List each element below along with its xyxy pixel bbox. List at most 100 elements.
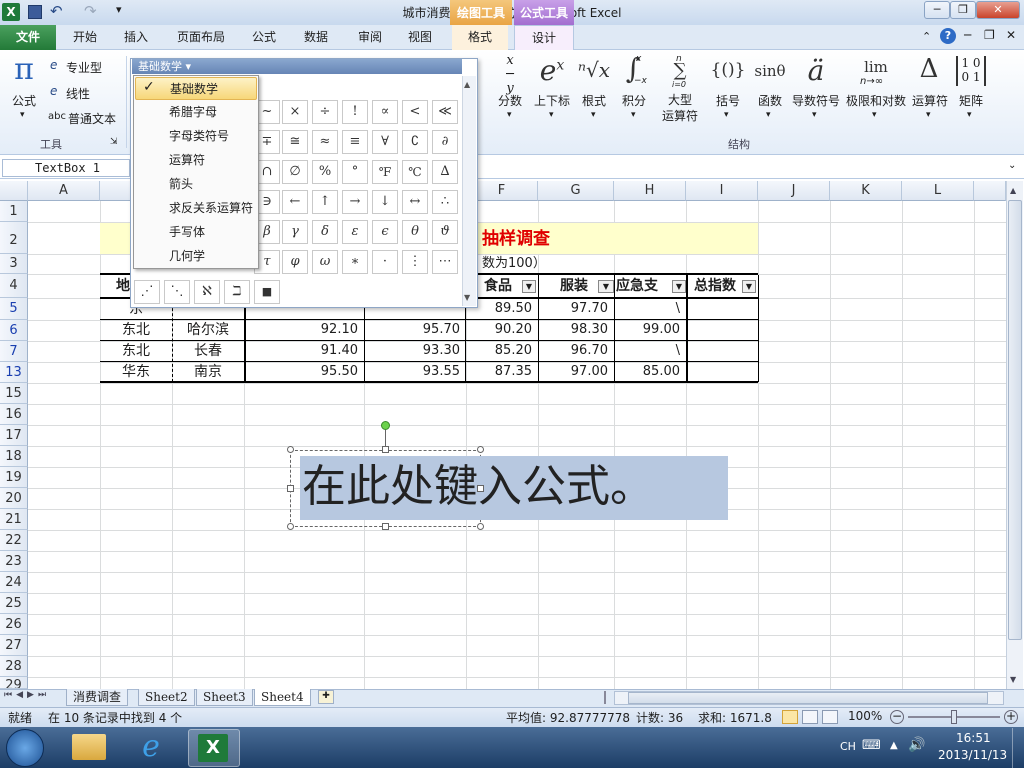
column-header[interactable]: I [686, 181, 758, 201]
symbol-button[interactable]: × [282, 100, 308, 124]
row-header[interactable]: 24 [0, 572, 28, 593]
symbol-button[interactable]: ⋰ [134, 280, 160, 304]
cell-food[interactable]: 90.20 [466, 320, 538, 340]
symbol-button[interactable]: ℃ [402, 160, 428, 184]
limit-log-button[interactable]: 极限和对数 [844, 92, 908, 109]
large-operator-button[interactable]: 大型 运算符 [656, 92, 704, 124]
rotation-handle[interactable] [381, 421, 390, 430]
row-header[interactable]: 16 [0, 404, 28, 425]
column-header[interactable]: K [830, 181, 902, 201]
operator-icon[interactable]: Δ [912, 54, 946, 84]
symbol-button[interactable]: ↓ [372, 190, 398, 214]
cell-clothing[interactable]: 97.70 [538, 299, 614, 319]
fraction-dropdown-icon[interactable]: ▾ [507, 110, 512, 120]
tab-file[interactable]: 文件 [0, 25, 56, 50]
normal-view-icon[interactable] [782, 710, 798, 724]
tab-design[interactable]: 设计 [514, 25, 574, 51]
resize-handle[interactable] [287, 523, 294, 530]
filter-active-clothing[interactable]: ▼ [598, 280, 614, 293]
formula-bar-expand-icon[interactable]: ⌄ [1008, 160, 1016, 171]
limit-dropdown-icon[interactable]: ▾ [872, 110, 877, 120]
menu-item-geometry[interactable]: 几何学 [135, 245, 257, 268]
symbol-button[interactable]: ⋱ [164, 280, 190, 304]
cell-clothing[interactable]: 97.00 [538, 362, 614, 382]
cell-city[interactable]: 长春 [172, 341, 244, 361]
limit-icon[interactable]: lim [856, 58, 896, 76]
script-icon[interactable]: ex [532, 54, 572, 87]
symbol-button[interactable]: ∗ [342, 250, 368, 274]
scroll-thumb[interactable] [1008, 200, 1022, 640]
row-header[interactable]: 29 [0, 677, 28, 689]
cell-value[interactable]: 95.70 [364, 320, 466, 340]
excel-taskbar-icon[interactable]: X [198, 734, 228, 762]
menu-item-letterlike[interactable]: 字母类符号 [135, 125, 257, 148]
row-header[interactable]: 28 [0, 656, 28, 677]
tab-split-handle[interactable] [604, 691, 612, 704]
input-language[interactable]: CH [840, 740, 856, 753]
symbol-button[interactable]: ← [282, 190, 308, 214]
linear-button[interactable]: 线性 [66, 85, 90, 102]
tab-view[interactable]: 视图 [398, 25, 442, 50]
cell-region[interactable]: 东北 [100, 320, 172, 340]
symbol-button[interactable]: < [402, 100, 428, 124]
fraction-button[interactable]: 分数 [494, 92, 526, 109]
restore-button[interactable]: ❐ [950, 1, 976, 19]
symbol-button[interactable]: ∅ [282, 160, 308, 184]
resize-handle[interactable] [382, 446, 389, 453]
cell-clothing[interactable]: 98.30 [538, 320, 614, 340]
row-header[interactable]: 25 [0, 593, 28, 614]
minimize-button[interactable]: ─ [924, 1, 950, 19]
menu-item-negated-relations[interactable]: 求反关系运算符 [135, 197, 257, 220]
menu-item-greek[interactable]: 希腊字母 [135, 101, 257, 124]
menu-item-operators[interactable]: 运算符 [135, 149, 257, 172]
function-icon[interactable]: sinθ [750, 62, 790, 80]
sheet-tab-sheet3[interactable]: Sheet3 [196, 689, 253, 706]
row-header[interactable]: 18 [0, 446, 28, 467]
row-header[interactable]: 4 [0, 274, 28, 298]
row-header[interactable]: 1 [0, 201, 28, 222]
sheet-tab-survey[interactable]: 消费调查 [66, 689, 129, 706]
gallery-scrollbar[interactable] [462, 76, 476, 306]
symbol-button[interactable]: ■ [254, 280, 280, 304]
row-header[interactable]: 5 [0, 298, 28, 320]
tools-dialog-launcher-icon[interactable]: ⇲ [110, 137, 118, 147]
accent-button[interactable]: 导数符号 [790, 92, 842, 109]
column-header[interactable]: J [758, 181, 830, 201]
row-header[interactable]: 19 [0, 467, 28, 488]
zoom-slider-thumb[interactable] [951, 710, 957, 724]
filter-dropdown-emergency[interactable]: ▼ [672, 280, 686, 293]
symbol-button[interactable]: ≪ [432, 100, 458, 124]
column-header[interactable]: H [614, 181, 686, 201]
symbol-button[interactable]: ϵ [372, 220, 398, 244]
start-button-icon[interactable] [6, 729, 44, 767]
column-header[interactable]: G [538, 181, 614, 201]
symbol-button[interactable]: ≅ [282, 130, 308, 154]
cell-city[interactable]: 南京 [172, 362, 244, 382]
select-all-corner[interactable] [0, 181, 28, 201]
gallery-scroll-down-icon[interactable]: ▼ [464, 293, 470, 302]
filter-dropdown-food[interactable]: ▼ [522, 280, 536, 293]
tab-home[interactable]: 开始 [62, 25, 108, 50]
cell-region[interactable]: 华东 [100, 362, 172, 382]
symbol-button[interactable]: ° [342, 160, 368, 184]
symbol-button[interactable]: ℶ [224, 280, 250, 304]
function-dropdown-icon[interactable]: ▾ [766, 110, 771, 120]
zoom-level[interactable]: 100% [848, 709, 882, 723]
clock-date[interactable]: 2013/11/13 [938, 748, 1007, 762]
symbol-button[interactable]: ÷ [312, 100, 338, 124]
help-icon[interactable]: ? [940, 28, 956, 44]
workbook-close-icon[interactable]: ✕ [1006, 28, 1016, 42]
integral-dropdown-icon[interactable]: ▾ [631, 110, 636, 120]
symbol-button[interactable]: · [372, 250, 398, 274]
close-button[interactable]: ✕ [976, 1, 1020, 19]
row-header[interactable]: 26 [0, 614, 28, 635]
resize-handle[interactable] [477, 485, 484, 492]
professional-button[interactable]: 专业型 [66, 59, 102, 76]
script-dropdown-icon[interactable]: ▾ [549, 110, 554, 120]
operator-dropdown-icon[interactable]: ▾ [926, 110, 931, 120]
row-header[interactable]: 3 [0, 254, 28, 274]
volume-icon[interactable]: 🔊 [908, 737, 925, 753]
workbook-restore-icon[interactable]: ❐ [984, 28, 995, 42]
cell-value[interactable]: 93.55 [364, 362, 466, 382]
symbol-button[interactable]: ∂ [432, 130, 458, 154]
